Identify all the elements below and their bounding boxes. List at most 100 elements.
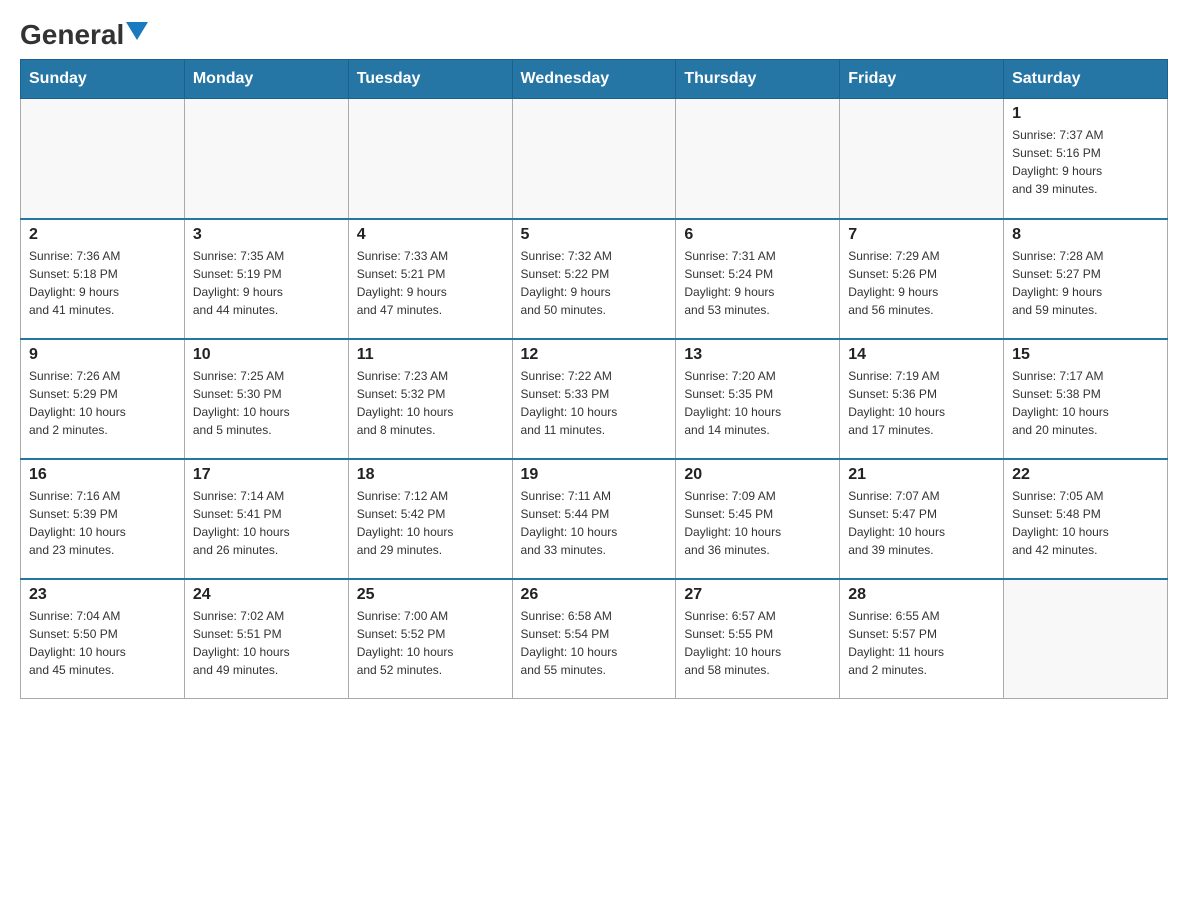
- day-info: Sunrise: 7:37 AM Sunset: 5:16 PM Dayligh…: [1012, 126, 1159, 198]
- day-info: Sunrise: 7:09 AM Sunset: 5:45 PM Dayligh…: [684, 487, 831, 559]
- day-info: Sunrise: 7:12 AM Sunset: 5:42 PM Dayligh…: [357, 487, 504, 559]
- logo-general: General: [20, 21, 124, 49]
- logo: General: [20, 20, 148, 49]
- calendar-cell: 17 Sunrise: 7:14 AM Sunset: 5:41 PM Dayli…: [184, 459, 348, 579]
- day-number: 13: [684, 346, 831, 364]
- calendar-cell: 22 Sunrise: 7:05 AM Sunset: 5:48 PM Dayli…: [1004, 459, 1168, 579]
- calendar-table: Sunday Monday Tuesday Wednesday Thursday…: [20, 59, 1168, 699]
- calendar-cell: 25 Sunrise: 7:00 AM Sunset: 5:52 PM Dayli…: [348, 579, 512, 699]
- day-number: 21: [848, 466, 995, 484]
- day-number: 12: [521, 346, 668, 364]
- calendar-cell: 26Sunrise: 6:58 AM Sunset: 5:54 PM Dayli…: [512, 579, 676, 699]
- day-number: 8: [1012, 226, 1159, 244]
- calendar-cell: 18 Sunrise: 7:12 AM Sunset: 5:42 PM Dayli…: [348, 459, 512, 579]
- calendar-cell: 27 Sunrise: 6:57 AM Sunset: 5:55 PM Dayli…: [676, 579, 840, 699]
- day-number: 17: [193, 466, 340, 484]
- day-info: Sunrise: 7:36 AM Sunset: 5:18 PM Dayligh…: [29, 247, 176, 319]
- day-info: Sunrise: 7:07 AM Sunset: 5:47 PM Dayligh…: [848, 487, 995, 559]
- day-number: 18: [357, 466, 504, 484]
- day-number: 11: [357, 346, 504, 364]
- calendar-cell: [184, 99, 348, 219]
- calendar-cell: 13 Sunrise: 7:20 AM Sunset: 5:35 PM Dayli…: [676, 339, 840, 459]
- day-info: Sunrise: 6:55 AM Sunset: 5:57 PM Dayligh…: [848, 607, 995, 679]
- day-number: 7: [848, 226, 995, 244]
- day-number: 4: [357, 226, 504, 244]
- calendar-cell: [1004, 579, 1168, 699]
- calendar-cell: 19 Sunrise: 7:11 AM Sunset: 5:44 PM Dayli…: [512, 459, 676, 579]
- day-info: Sunrise: 7:26 AM Sunset: 5:29 PM Dayligh…: [29, 367, 176, 439]
- day-number: 1: [1012, 105, 1159, 123]
- col-saturday: Saturday: [1004, 60, 1168, 99]
- day-info: Sunrise: 7:04 AM Sunset: 5:50 PM Dayligh…: [29, 607, 176, 679]
- day-info: Sunrise: 7:32 AM Sunset: 5:22 PM Dayligh…: [521, 247, 668, 319]
- day-number: 25: [357, 586, 504, 604]
- calendar-cell: [840, 99, 1004, 219]
- calendar-cell: 24 Sunrise: 7:02 AM Sunset: 5:51 PM Dayli…: [184, 579, 348, 699]
- calendar-cell: [512, 99, 676, 219]
- calendar-header-row: Sunday Monday Tuesday Wednesday Thursday…: [21, 60, 1168, 99]
- calendar-cell: [676, 99, 840, 219]
- calendar-cell: 4 Sunrise: 7:33 AM Sunset: 5:21 PM Daylig…: [348, 219, 512, 339]
- day-number: 15: [1012, 346, 1159, 364]
- col-sunday: Sunday: [21, 60, 185, 99]
- calendar-cell: 23 Sunrise: 7:04 AM Sunset: 5:50 PM Dayli…: [21, 579, 185, 699]
- calendar-cell: [21, 99, 185, 219]
- day-info: Sunrise: 7:28 AM Sunset: 5:27 PM Dayligh…: [1012, 247, 1159, 319]
- day-number: 22: [1012, 466, 1159, 484]
- day-number: 28: [848, 586, 995, 604]
- calendar-cell: 11 Sunrise: 7:23 AM Sunset: 5:32 PM Dayli…: [348, 339, 512, 459]
- day-number: 6: [684, 226, 831, 244]
- day-info: Sunrise: 7:02 AM Sunset: 5:51 PM Dayligh…: [193, 607, 340, 679]
- calendar-cell: 15 Sunrise: 7:17 AM Sunset: 5:38 PM Dayli…: [1004, 339, 1168, 459]
- day-number: 10: [193, 346, 340, 364]
- day-info: Sunrise: 7:05 AM Sunset: 5:48 PM Dayligh…: [1012, 487, 1159, 559]
- day-info: Sunrise: 7:14 AM Sunset: 5:41 PM Dayligh…: [193, 487, 340, 559]
- day-number: 26: [521, 586, 668, 604]
- calendar-cell: 12 Sunrise: 7:22 AM Sunset: 5:33 PM Dayli…: [512, 339, 676, 459]
- calendar-cell: 1 Sunrise: 7:37 AM Sunset: 5:16 PM Daylig…: [1004, 99, 1168, 219]
- day-number: 14: [848, 346, 995, 364]
- calendar-cell: 21 Sunrise: 7:07 AM Sunset: 5:47 PM Dayli…: [840, 459, 1004, 579]
- calendar-cell: 6 Sunrise: 7:31 AM Sunset: 5:24 PM Daylig…: [676, 219, 840, 339]
- col-monday: Monday: [184, 60, 348, 99]
- day-number: 2: [29, 226, 176, 244]
- day-info: Sunrise: 7:19 AM Sunset: 5:36 PM Dayligh…: [848, 367, 995, 439]
- day-number: 20: [684, 466, 831, 484]
- logo-arrow-icon: [126, 22, 148, 44]
- day-info: Sunrise: 7:17 AM Sunset: 5:38 PM Dayligh…: [1012, 367, 1159, 439]
- calendar-cell: 20 Sunrise: 7:09 AM Sunset: 5:45 PM Dayli…: [676, 459, 840, 579]
- day-info: Sunrise: 7:25 AM Sunset: 5:30 PM Dayligh…: [193, 367, 340, 439]
- day-info: Sunrise: 7:22 AM Sunset: 5:33 PM Dayligh…: [521, 367, 668, 439]
- col-wednesday: Wednesday: [512, 60, 676, 99]
- day-info: Sunrise: 7:16 AM Sunset: 5:39 PM Dayligh…: [29, 487, 176, 559]
- calendar-cell: 3Sunrise: 7:35 AM Sunset: 5:19 PM Daylig…: [184, 219, 348, 339]
- day-number: 16: [29, 466, 176, 484]
- calendar-cell: [348, 99, 512, 219]
- col-friday: Friday: [840, 60, 1004, 99]
- calendar-cell: 8 Sunrise: 7:28 AM Sunset: 5:27 PM Daylig…: [1004, 219, 1168, 339]
- day-number: 3: [193, 226, 340, 244]
- col-tuesday: Tuesday: [348, 60, 512, 99]
- day-info: Sunrise: 7:31 AM Sunset: 5:24 PM Dayligh…: [684, 247, 831, 319]
- page-header: General: [20, 20, 1168, 49]
- day-info: Sunrise: 7:00 AM Sunset: 5:52 PM Dayligh…: [357, 607, 504, 679]
- day-info: Sunrise: 7:11 AM Sunset: 5:44 PM Dayligh…: [521, 487, 668, 559]
- day-info: Sunrise: 6:57 AM Sunset: 5:55 PM Dayligh…: [684, 607, 831, 679]
- day-number: 27: [684, 586, 831, 604]
- calendar-cell: 7Sunrise: 7:29 AM Sunset: 5:26 PM Daylig…: [840, 219, 1004, 339]
- day-info: Sunrise: 7:20 AM Sunset: 5:35 PM Dayligh…: [684, 367, 831, 439]
- calendar-cell: 28 Sunrise: 6:55 AM Sunset: 5:57 PM Dayli…: [840, 579, 1004, 699]
- col-thursday: Thursday: [676, 60, 840, 99]
- day-number: 24: [193, 586, 340, 604]
- day-info: Sunrise: 7:33 AM Sunset: 5:21 PM Dayligh…: [357, 247, 504, 319]
- calendar-cell: 10 Sunrise: 7:25 AM Sunset: 5:30 PM Dayli…: [184, 339, 348, 459]
- day-info: Sunrise: 7:23 AM Sunset: 5:32 PM Dayligh…: [357, 367, 504, 439]
- day-number: 5: [521, 226, 668, 244]
- day-number: 9: [29, 346, 176, 364]
- day-number: 19: [521, 466, 668, 484]
- calendar-cell: 9 Sunrise: 7:26 AM Sunset: 5:29 PM Daylig…: [21, 339, 185, 459]
- calendar-cell: 5 Sunrise: 7:32 AM Sunset: 5:22 PM Daylig…: [512, 219, 676, 339]
- calendar-cell: 2 Sunrise: 7:36 AM Sunset: 5:18 PM Daylig…: [21, 219, 185, 339]
- calendar-cell: 16 Sunrise: 7:16 AM Sunset: 5:39 PM Dayli…: [21, 459, 185, 579]
- day-number: 23: [29, 586, 176, 604]
